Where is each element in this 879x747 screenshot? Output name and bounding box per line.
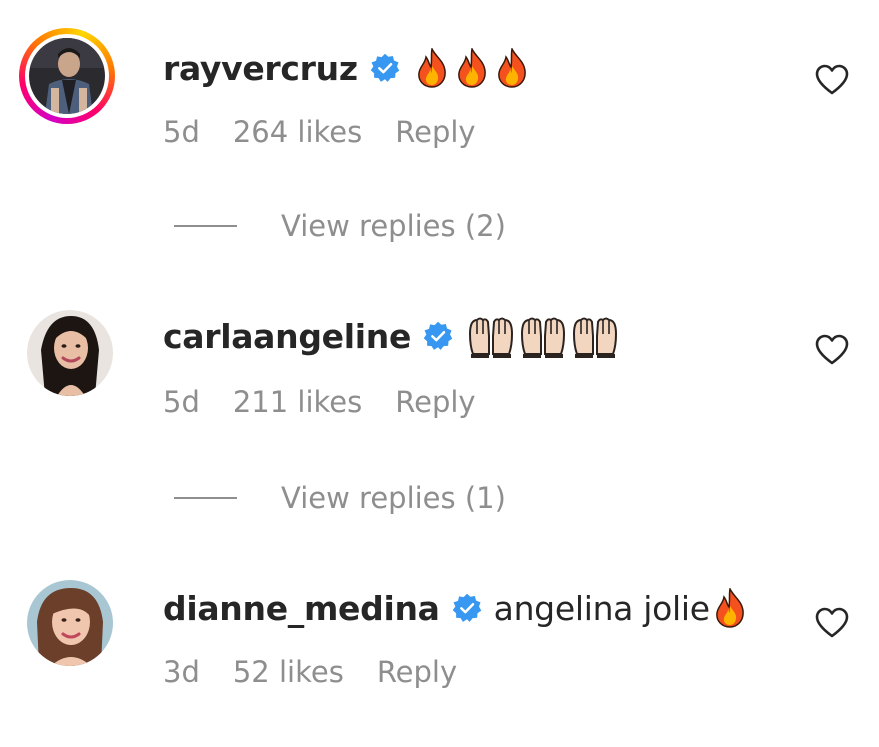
avatar: [29, 38, 105, 114]
comment-meta: 3d 52 likes Reply: [163, 654, 490, 690]
username[interactable]: carlaangeline: [163, 317, 411, 356]
view-replies-button[interactable]: View replies (2): [174, 208, 506, 244]
username[interactable]: rayvercruz: [163, 49, 358, 88]
avatar[interactable]: [27, 310, 113, 396]
comment-header: carlaangeline: [163, 314, 619, 358]
fire-icon: [417, 48, 446, 88]
replies-divider: [174, 497, 237, 499]
comment-likes[interactable]: 52 likes: [233, 655, 344, 689]
comment-header: rayvercruz: [163, 46, 530, 90]
reply-button[interactable]: Reply: [395, 385, 475, 419]
raising-hands-icon: [469, 317, 514, 358]
fire-icon: [715, 588, 744, 628]
comment-text: angelina jolie: [493, 588, 710, 628]
view-replies-label: View replies (2): [281, 209, 506, 243]
comment-meta: 5d 264 likes Reply: [163, 114, 509, 150]
avatar[interactable]: [27, 580, 113, 666]
heart-icon[interactable]: [815, 607, 849, 639]
fire-icon: [497, 48, 526, 88]
view-replies-button[interactable]: View replies (1): [174, 480, 506, 516]
comment-emojis: [467, 314, 619, 358]
reply-button[interactable]: Reply: [395, 115, 475, 149]
fire-icon: [457, 48, 486, 88]
comment-likes[interactable]: 211 likes: [233, 385, 362, 419]
comment-likes[interactable]: 264 likes: [233, 115, 362, 149]
raising-hands-icon: [573, 317, 618, 358]
verified-badge-icon: [370, 53, 399, 82]
replies-divider: [174, 225, 237, 227]
comment-time: 5d: [163, 385, 200, 419]
comment-time: 3d: [163, 655, 200, 689]
heart-icon[interactable]: [815, 64, 849, 96]
raising-hands-icon: [521, 317, 566, 358]
comment-list: rayvercruz 5d 264 likes Reply View repli…: [0, 0, 879, 747]
verified-badge-icon: [423, 321, 453, 350]
avatar-story-ring[interactable]: [19, 28, 115, 124]
comment-header: dianne_medina angelina jolie: [163, 586, 748, 630]
comment-time: 5d: [163, 115, 200, 149]
verified-badge-icon: [452, 593, 481, 622]
view-replies-label: View replies (1): [281, 481, 506, 515]
username[interactable]: dianne_medina: [163, 589, 440, 628]
reply-button[interactable]: Reply: [377, 655, 457, 689]
comment-meta: 5d 211 likes Reply: [163, 384, 509, 420]
comment-emojis: [414, 48, 530, 88]
heart-icon[interactable]: [815, 334, 849, 366]
